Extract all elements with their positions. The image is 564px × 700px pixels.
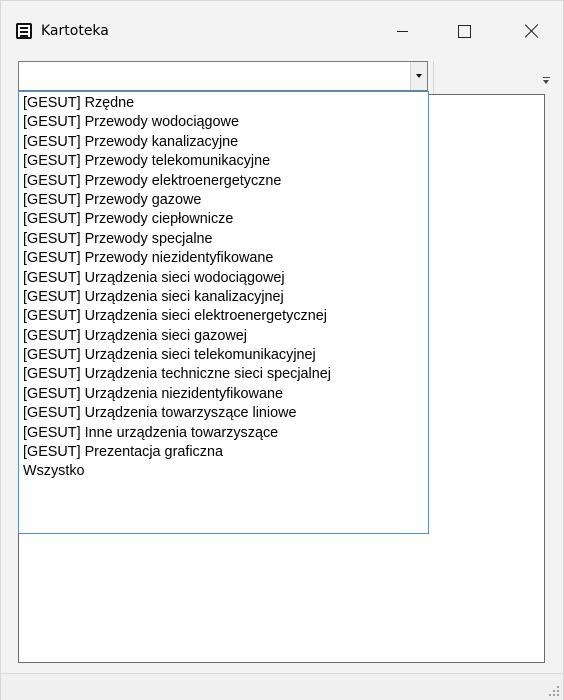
minimize-button[interactable]	[379, 9, 425, 47]
resize-grip-icon[interactable]	[549, 686, 559, 696]
close-icon	[525, 24, 539, 38]
dropdown-option[interactable]: [GESUT] Przewody elektroenergetyczne	[19, 172, 428, 191]
dropdown-option[interactable]: [GESUT] Przewody specjalne	[19, 230, 428, 249]
dropdown-option[interactable]: [GESUT] Urządzenia sieci kanalizacyjnej	[19, 288, 428, 307]
combobox-dropdown-button[interactable]	[410, 62, 427, 90]
dropdown-option[interactable]: [GESUT] Urządzenia techniczne sieci spec…	[19, 365, 428, 384]
dropdown-option[interactable]: [GESUT] Rzędne	[19, 94, 428, 113]
maximize-button[interactable]	[441, 9, 487, 47]
chevron-down-icon	[416, 74, 422, 78]
dropdown-option[interactable]: Wszystko	[19, 462, 428, 481]
dropdown-option[interactable]: [GESUT] Urządzenia niezidentyfikowane	[19, 385, 428, 404]
dropdown-option[interactable]: [GESUT] Urządzenia sieci wodociągowej	[19, 269, 428, 288]
dropdown-option[interactable]: [GESUT] Urządzenia sieci elektroenergety…	[19, 307, 428, 326]
category-dropdown-list: [GESUT] Rzędne [GESUT] Przewody wodociągo…	[18, 91, 429, 534]
dropdown-option[interactable]: [GESUT] Inne urządzenia towarzyszące	[19, 424, 428, 443]
dropdown-option[interactable]: [GESUT] Urządzenia sieci gazowej	[19, 327, 428, 346]
dropdown-option[interactable]: [GESUT] Urządzenia sieci telekomunikacyj…	[19, 346, 428, 365]
category-combobox[interactable]	[18, 61, 428, 91]
maximize-icon	[457, 24, 471, 38]
dropdown-option[interactable]: [GESUT] Przewody gazowe	[19, 191, 428, 210]
window-title: Kartoteka	[41, 23, 109, 39]
dropdown-option[interactable]: [GESUT] Przewody kanalizacyjne	[19, 133, 428, 152]
card-file-icon	[16, 23, 32, 39]
minimize-icon	[396, 30, 408, 32]
title-bar[interactable]: Kartoteka	[1, 1, 563, 47]
toolbar	[433, 61, 545, 95]
dropdown-option[interactable]: [GESUT] Przewody telekomunikacyjne	[19, 152, 428, 171]
dropdown-option[interactable]: [GESUT] Przewody wodociągowe	[19, 113, 428, 132]
dropdown-option[interactable]: [GESUT] Prezentacja graficzna	[19, 443, 428, 462]
kartoteka-window: Kartoteka [GESUT] Rzędne [GESUT] Przewody…	[0, 0, 564, 700]
toolbar-overflow-button[interactable]	[541, 77, 551, 91]
toolbar-overflow-icon	[542, 77, 550, 78]
dropdown-option[interactable]: [GESUT] Przewody niezidentyfikowane	[19, 249, 428, 268]
dropdown-option[interactable]: [GESUT] Urządzenia towarzyszące liniowe	[19, 404, 428, 423]
status-bar	[1, 673, 563, 700]
close-button[interactable]	[509, 9, 555, 47]
dropdown-option[interactable]: [GESUT] Przewody ciepłownicze	[19, 210, 428, 229]
